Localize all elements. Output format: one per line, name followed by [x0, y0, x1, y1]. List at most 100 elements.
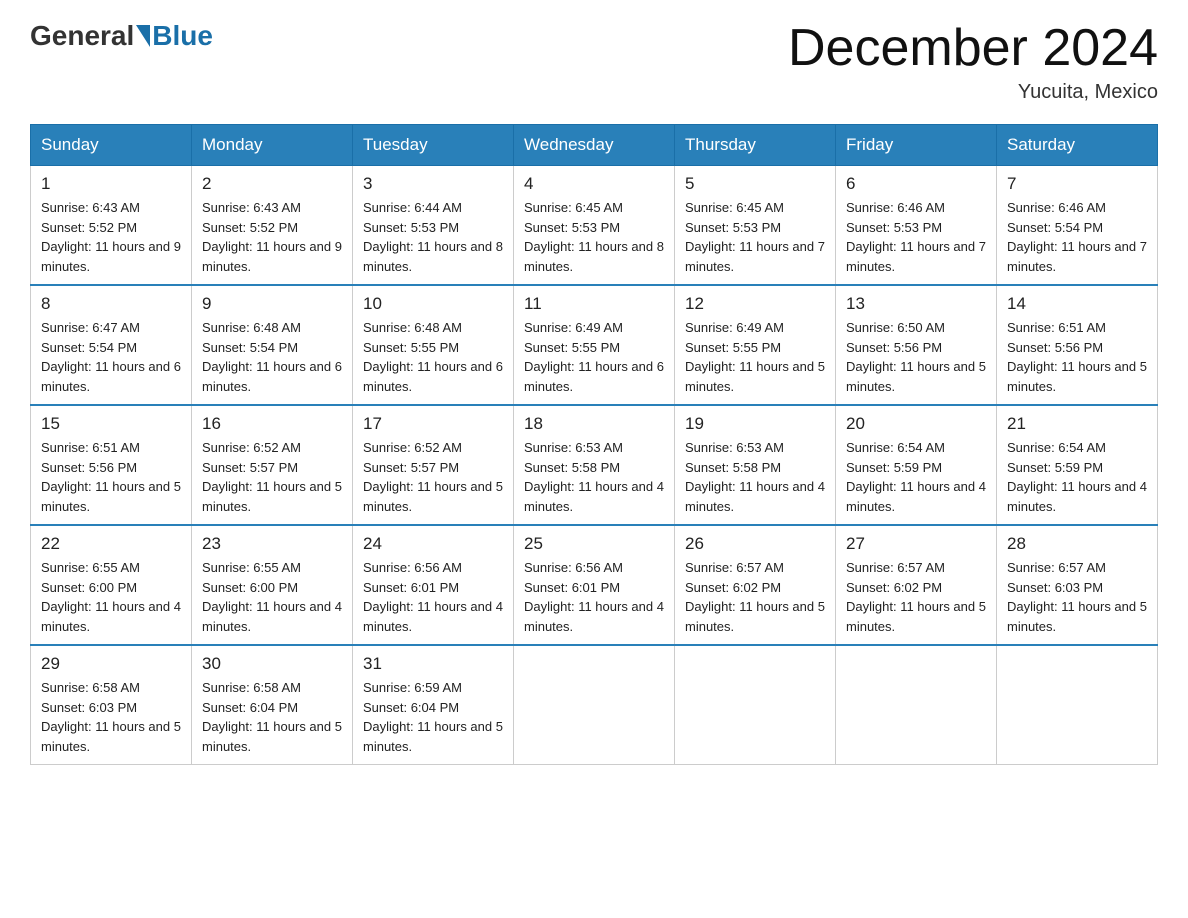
sunset-label: Sunset: 6:01 PM: [524, 580, 620, 595]
day-info: Sunrise: 6:46 AM Sunset: 5:53 PM Dayligh…: [846, 198, 986, 276]
day-number: 3: [363, 174, 503, 194]
sunset-label: Sunset: 5:55 PM: [685, 340, 781, 355]
day-info: Sunrise: 6:54 AM Sunset: 5:59 PM Dayligh…: [846, 438, 986, 516]
day-number: 5: [685, 174, 825, 194]
calendar-cell: 27 Sunrise: 6:57 AM Sunset: 6:02 PM Dayl…: [836, 525, 997, 645]
sunset-label: Sunset: 5:54 PM: [202, 340, 298, 355]
calendar-cell: 28 Sunrise: 6:57 AM Sunset: 6:03 PM Dayl…: [997, 525, 1158, 645]
calendar-cell: 3 Sunrise: 6:44 AM Sunset: 5:53 PM Dayli…: [353, 166, 514, 286]
sunset-label: Sunset: 6:02 PM: [846, 580, 942, 595]
daylight-label: Daylight: 11 hours and 6 minutes.: [524, 359, 664, 394]
day-number: 29: [41, 654, 181, 674]
calendar-cell: 4 Sunrise: 6:45 AM Sunset: 5:53 PM Dayli…: [514, 166, 675, 286]
logo-triangle-icon: [136, 25, 150, 47]
sunrise-label: Sunrise: 6:48 AM: [363, 320, 462, 335]
sunset-label: Sunset: 5:59 PM: [846, 460, 942, 475]
sunrise-label: Sunrise: 6:48 AM: [202, 320, 301, 335]
sunset-label: Sunset: 5:58 PM: [524, 460, 620, 475]
calendar-cell: 8 Sunrise: 6:47 AM Sunset: 5:54 PM Dayli…: [31, 285, 192, 405]
sunset-label: Sunset: 5:55 PM: [363, 340, 459, 355]
day-number: 19: [685, 414, 825, 434]
sunset-label: Sunset: 5:57 PM: [363, 460, 459, 475]
day-number: 9: [202, 294, 342, 314]
sunrise-label: Sunrise: 6:57 AM: [1007, 560, 1106, 575]
day-info: Sunrise: 6:43 AM Sunset: 5:52 PM Dayligh…: [202, 198, 342, 276]
calendar-week-row: 1 Sunrise: 6:43 AM Sunset: 5:52 PM Dayli…: [31, 166, 1158, 286]
day-number: 28: [1007, 534, 1147, 554]
logo-blue-text: Blue: [152, 20, 213, 52]
calendar-cell: 23 Sunrise: 6:55 AM Sunset: 6:00 PM Dayl…: [192, 525, 353, 645]
location-text: Yucuita, Mexico: [788, 81, 1158, 104]
sunset-label: Sunset: 5:53 PM: [685, 220, 781, 235]
sunrise-label: Sunrise: 6:54 AM: [846, 440, 945, 455]
day-info: Sunrise: 6:51 AM Sunset: 5:56 PM Dayligh…: [1007, 318, 1147, 396]
sunset-label: Sunset: 6:03 PM: [1007, 580, 1103, 595]
calendar-cell: 30 Sunrise: 6:58 AM Sunset: 6:04 PM Dayl…: [192, 645, 353, 765]
sunrise-label: Sunrise: 6:58 AM: [41, 680, 140, 695]
day-info: Sunrise: 6:51 AM Sunset: 5:56 PM Dayligh…: [41, 438, 181, 516]
day-info: Sunrise: 6:44 AM Sunset: 5:53 PM Dayligh…: [363, 198, 503, 276]
sunrise-label: Sunrise: 6:55 AM: [202, 560, 301, 575]
calendar-cell: 25 Sunrise: 6:56 AM Sunset: 6:01 PM Dayl…: [514, 525, 675, 645]
sunrise-label: Sunrise: 6:45 AM: [685, 200, 784, 215]
daylight-label: Daylight: 11 hours and 6 minutes.: [202, 359, 342, 394]
calendar-cell: 17 Sunrise: 6:52 AM Sunset: 5:57 PM Dayl…: [353, 405, 514, 525]
calendar-cell: 13 Sunrise: 6:50 AM Sunset: 5:56 PM Dayl…: [836, 285, 997, 405]
daylight-label: Daylight: 11 hours and 5 minutes.: [685, 599, 825, 634]
sunrise-label: Sunrise: 6:59 AM: [363, 680, 462, 695]
calendar-cell: 10 Sunrise: 6:48 AM Sunset: 5:55 PM Dayl…: [353, 285, 514, 405]
sunset-label: Sunset: 5:53 PM: [363, 220, 459, 235]
calendar-cell: 16 Sunrise: 6:52 AM Sunset: 5:57 PM Dayl…: [192, 405, 353, 525]
day-number: 11: [524, 294, 664, 314]
sunrise-label: Sunrise: 6:43 AM: [41, 200, 140, 215]
day-number: 12: [685, 294, 825, 314]
sunset-label: Sunset: 6:02 PM: [685, 580, 781, 595]
daylight-label: Daylight: 11 hours and 7 minutes.: [1007, 239, 1147, 274]
day-info: Sunrise: 6:56 AM Sunset: 6:01 PM Dayligh…: [363, 558, 503, 636]
day-info: Sunrise: 6:57 AM Sunset: 6:03 PM Dayligh…: [1007, 558, 1147, 636]
day-info: Sunrise: 6:57 AM Sunset: 6:02 PM Dayligh…: [846, 558, 986, 636]
daylight-label: Daylight: 11 hours and 4 minutes.: [1007, 479, 1147, 514]
day-number: 30: [202, 654, 342, 674]
sunrise-label: Sunrise: 6:56 AM: [363, 560, 462, 575]
day-info: Sunrise: 6:53 AM Sunset: 5:58 PM Dayligh…: [685, 438, 825, 516]
daylight-label: Daylight: 11 hours and 4 minutes.: [363, 599, 503, 634]
month-title: December 2024: [788, 20, 1158, 77]
day-number: 1: [41, 174, 181, 194]
sunset-label: Sunset: 6:04 PM: [363, 700, 459, 715]
calendar-cell: 15 Sunrise: 6:51 AM Sunset: 5:56 PM Dayl…: [31, 405, 192, 525]
calendar-day-header: Sunday: [31, 125, 192, 166]
page-header: General Blue December 2024 Yucuita, Mexi…: [30, 20, 1158, 104]
daylight-label: Daylight: 11 hours and 5 minutes.: [41, 719, 181, 754]
calendar-cell: [997, 645, 1158, 765]
calendar-cell: 2 Sunrise: 6:43 AM Sunset: 5:52 PM Dayli…: [192, 166, 353, 286]
daylight-label: Daylight: 11 hours and 4 minutes.: [202, 599, 342, 634]
day-info: Sunrise: 6:54 AM Sunset: 5:59 PM Dayligh…: [1007, 438, 1147, 516]
day-info: Sunrise: 6:55 AM Sunset: 6:00 PM Dayligh…: [41, 558, 181, 636]
day-number: 14: [1007, 294, 1147, 314]
day-number: 16: [202, 414, 342, 434]
calendar-cell: [514, 645, 675, 765]
day-number: 25: [524, 534, 664, 554]
sunset-label: Sunset: 6:00 PM: [41, 580, 137, 595]
day-info: Sunrise: 6:50 AM Sunset: 5:56 PM Dayligh…: [846, 318, 986, 396]
sunrise-label: Sunrise: 6:53 AM: [685, 440, 784, 455]
day-number: 26: [685, 534, 825, 554]
calendar-table: SundayMondayTuesdayWednesdayThursdayFrid…: [30, 124, 1158, 765]
calendar-cell: 12 Sunrise: 6:49 AM Sunset: 5:55 PM Dayl…: [675, 285, 836, 405]
calendar-week-row: 8 Sunrise: 6:47 AM Sunset: 5:54 PM Dayli…: [31, 285, 1158, 405]
calendar-day-header: Thursday: [675, 125, 836, 166]
day-number: 15: [41, 414, 181, 434]
daylight-label: Daylight: 11 hours and 8 minutes.: [524, 239, 664, 274]
day-number: 31: [363, 654, 503, 674]
day-info: Sunrise: 6:57 AM Sunset: 6:02 PM Dayligh…: [685, 558, 825, 636]
calendar-week-row: 29 Sunrise: 6:58 AM Sunset: 6:03 PM Dayl…: [31, 645, 1158, 765]
calendar-cell: [836, 645, 997, 765]
sunset-label: Sunset: 5:52 PM: [41, 220, 137, 235]
daylight-label: Daylight: 11 hours and 5 minutes.: [202, 479, 342, 514]
calendar-cell: 31 Sunrise: 6:59 AM Sunset: 6:04 PM Dayl…: [353, 645, 514, 765]
daylight-label: Daylight: 11 hours and 5 minutes.: [846, 359, 986, 394]
sunset-label: Sunset: 5:59 PM: [1007, 460, 1103, 475]
sunset-label: Sunset: 5:56 PM: [41, 460, 137, 475]
daylight-label: Daylight: 11 hours and 5 minutes.: [363, 479, 503, 514]
